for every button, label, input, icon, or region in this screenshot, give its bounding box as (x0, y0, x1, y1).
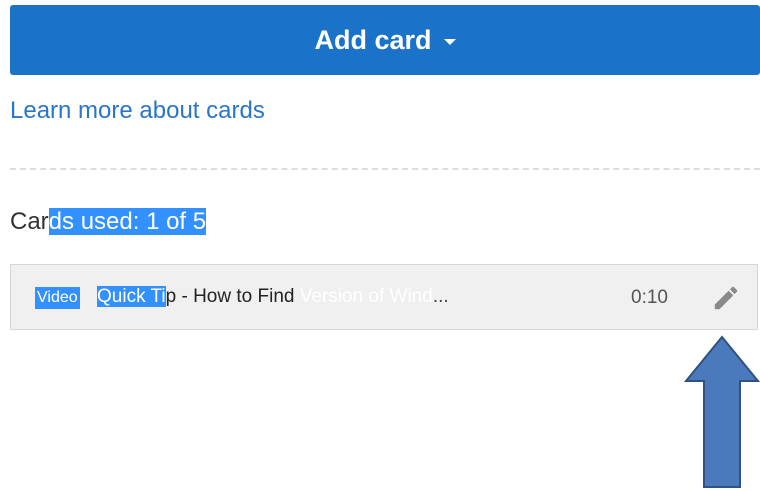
cards-panel: Add card Learn more about cards Cards us… (0, 0, 760, 491)
cards-used-prefix: Car (10, 208, 49, 235)
learn-more-link[interactable]: Learn more about cards (10, 97, 265, 125)
add-card-label: Add card (314, 24, 432, 55)
pencil-icon[interactable] (711, 283, 741, 313)
cards-used-count: Cards used: 1 of 5 (10, 208, 207, 236)
caret-down-icon (443, 39, 456, 45)
card-type-badge: Video (35, 287, 80, 309)
card-title-middle: p - How to Find (165, 286, 300, 307)
arrow-up-icon (684, 335, 760, 488)
divider (10, 168, 760, 170)
cards-used-highlighted: ds used: 1 of 5 (48, 208, 207, 235)
card-duration: 0:10 (631, 287, 668, 308)
card-title: Quick Tip - How to Find Version of Wind.… (97, 285, 449, 309)
add-card-button[interactable]: Add card (10, 5, 760, 75)
card-list-item[interactable]: Video Quick Tip - How to Find Version of… (10, 264, 758, 330)
card-title-ellipsis: ... (432, 286, 449, 307)
card-title-faded: Version of Wind (299, 286, 433, 307)
card-title-highlighted: Quick Ti (97, 286, 166, 307)
